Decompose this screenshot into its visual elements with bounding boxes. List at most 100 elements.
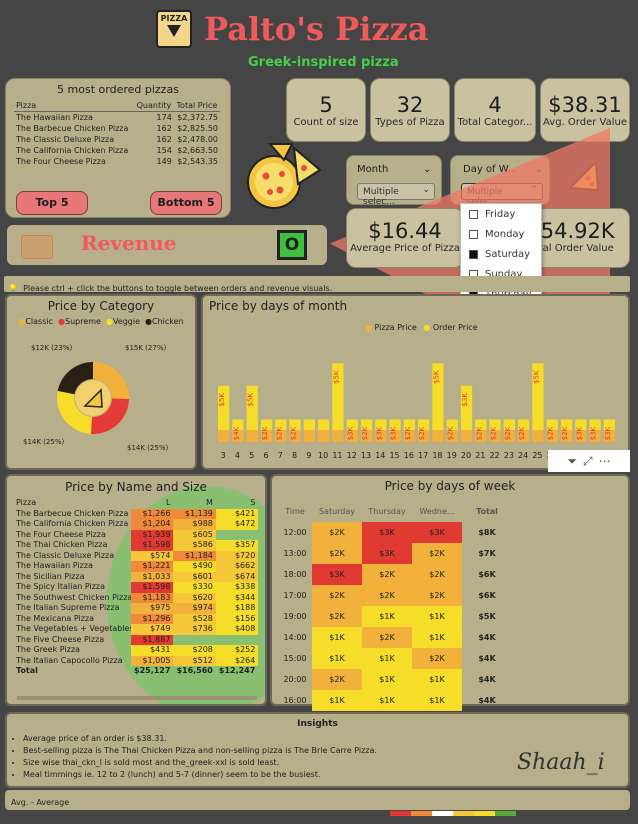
data-label: $2K [518,426,526,440]
table-row[interactable]: The Barbecue Chicken Pizza 162 $2,825.50 [14,123,220,134]
table-cell: $2K [312,585,362,606]
table-cell: $512 [173,655,216,666]
legend-item: ●Veggie [105,317,141,326]
revenue-toggle-card[interactable]: Revenue O [5,223,329,267]
footer-note: Avg. - Average [11,798,70,807]
table-row[interactable]: The Thai Chicken Pizza $1,598 $586 $357 [13,540,259,551]
donut-chart: $12K (23%) $15K (27%) $14K (25%) $14K (25%) [23,344,168,452]
day-slicer[interactable]: Day of W... ⌄ Multiple selec... ⌃ [450,155,550,207]
bar-base[interactable] [318,430,330,442]
table-row[interactable]: 20:00 $2K $1K $1K $4K [278,669,512,690]
checkbox[interactable] [469,229,478,239]
table-row[interactable]: 19:00 $2K $1K $1K $5K [278,606,512,627]
col-total-price[interactable]: Total Price [174,100,220,112]
bar-base[interactable] [432,430,444,442]
bar[interactable] [246,385,258,430]
table-row[interactable]: The California Chicken Pizza $1,204 $988 $4… [13,519,259,530]
scrollbar[interactable] [17,696,257,700]
table-cell: 14:00 [283,633,307,642]
table-row[interactable]: The Spicy Italian Pizza $1,598 $330 $338 [13,582,259,593]
toggle-button[interactable]: O [277,230,307,260]
column-header[interactable]: Thursday [362,501,412,522]
column-header[interactable]: Total [462,501,512,522]
day-dropdown[interactable]: Multiple selec... ⌃ [461,183,543,207]
table-row[interactable]: 12:00 $2K $3K $3K $8K [278,522,512,543]
logo-icon: PIZZA [156,10,192,48]
col-pizza[interactable]: Pizza [14,100,134,112]
table-cell: The Barbecue Chicken Pizza [16,508,129,518]
column-header[interactable]: Saturday [312,501,362,522]
table-cell: The Five Cheese Pizza [16,634,105,644]
table-cell: $662 [215,561,259,572]
checkbox[interactable] [469,249,478,259]
kpi-label: Average Price of Pizza [350,243,460,254]
visual-toolbar: ⏷ ⤢ ⋯ [548,450,630,472]
column-header[interactable]: M [173,498,215,509]
table-row[interactable]: The Hawaiian Pizza 174 $2,372.75 [14,112,220,124]
table-row[interactable]: The Greek Pizza $431 $208 $252 [13,645,259,656]
bar-base[interactable] [218,430,230,442]
kpi-value: $38.31 [548,93,622,117]
top5-button[interactable]: Top 5 [16,191,88,215]
table-cell: $431 [131,645,174,656]
bar-base[interactable] [332,430,344,442]
table-row[interactable]: The Classic Deluxe Pizza 162 $2,478.00 [14,134,220,145]
bar[interactable] [460,385,473,430]
table-cell: $2,663.50 [177,146,218,155]
column-header[interactable]: Pizza [13,498,131,509]
table-row[interactable]: 18:00 $3K $2K $2K $6K [278,564,512,585]
table-row[interactable]: The Italian Capocollo Pizza $1,005 $512 $26… [13,655,259,666]
tick-label: 8 [292,451,297,460]
column-header[interactable]: L [131,498,173,509]
bar[interactable] [303,419,315,431]
focus-mode-icon[interactable]: ⤢ [583,454,593,469]
table-row[interactable]: The Mexicana Pizza $1,296 $528 $156 [13,613,259,624]
kpi-avg-price-pizza: $16.44 Average Price of Pizza [346,208,464,268]
data-label: $2K [290,426,298,440]
month-dropdown[interactable]: Multiple selec... ⌄ [357,183,435,207]
table-row[interactable]: The Four Cheese Pizza $1,939 $605 [13,529,258,540]
day-option-friday[interactable]: Friday [461,204,541,224]
column-header[interactable]: Wedne... [412,501,462,522]
day-option-monday[interactable]: Monday [461,224,541,244]
more-options-icon[interactable]: ⋯ [599,454,611,468]
table-cell: $2K [362,585,412,606]
table-row[interactable]: The Classic Deluxe Pizza $574 $1,184 $720 [13,550,259,561]
checkbox[interactable] [469,209,478,219]
table-row[interactable]: The Hawaiian Pizza $1,221 $490 $662 [13,561,259,572]
table-row[interactable]: 17:00 $2K $2K $2K $6K [278,585,512,606]
bottom5-button[interactable]: Bottom 5 [150,191,222,215]
chevron-down-icon[interactable]: ⌄ [423,164,431,175]
column-header[interactable]: Time [278,501,312,522]
table-row[interactable]: The Four Cheese Pizza 149 $2,543.35 [14,156,220,167]
bar-base[interactable] [303,430,315,442]
table-row[interactable]: The Vegetables + Vegetables Pizza$749$73… [13,624,259,635]
table-row[interactable]: The Five Cheese Pizza $1,887 [13,634,258,645]
table-cell: $357 [215,540,259,551]
table-cell: The Vegetables + Vegetables Pizza [16,624,131,633]
table-row[interactable]: 14:00 $1K $2K $1K $4K [278,627,512,648]
table-cell: $3K [312,564,362,585]
kpi-label: Avg. Order Value [543,117,627,128]
table-row[interactable]: 16:00 $1K $1K $1K $4K [278,690,512,711]
month-slicer[interactable]: Month ⌄ Multiple selec... ⌄ [346,155,442,207]
table-row[interactable]: The Sicilian Pizza $1,033 $601 $674 [13,571,259,582]
table-row[interactable]: The Barbecue Chicken Pizza $1,266 $1,139 $4… [13,508,259,519]
bar-base[interactable] [460,430,473,442]
legend-item: ●Supreme [58,317,101,326]
filter-icon[interactable]: ⏷ [567,454,577,469]
table-row[interactable]: 13:00 $2K $3K $2K $7K [278,543,512,564]
table-row[interactable]: The Italian Supreme Pizza $975 $974 $188 [13,603,259,614]
bar[interactable] [218,385,230,430]
table-row[interactable]: 15:00 $1K $1K $2K $4K [278,648,512,669]
bar[interactable] [318,419,330,431]
chevron-down-icon[interactable]: ⌄ [535,164,543,175]
table-row[interactable]: The California Chicken Pizza 154 $2,663.50 [14,145,220,156]
day-option-saturday[interactable]: Saturday [461,244,541,264]
column-header[interactable]: S [216,498,258,509]
tick-label: 4 [235,451,240,460]
table-row[interactable]: The Southwest Chicken Pizza $1,183 $620 $34… [13,592,259,603]
bar-base[interactable] [532,430,544,442]
col-quantity[interactable]: Quantity [134,100,174,112]
bar-base[interactable] [246,430,258,442]
